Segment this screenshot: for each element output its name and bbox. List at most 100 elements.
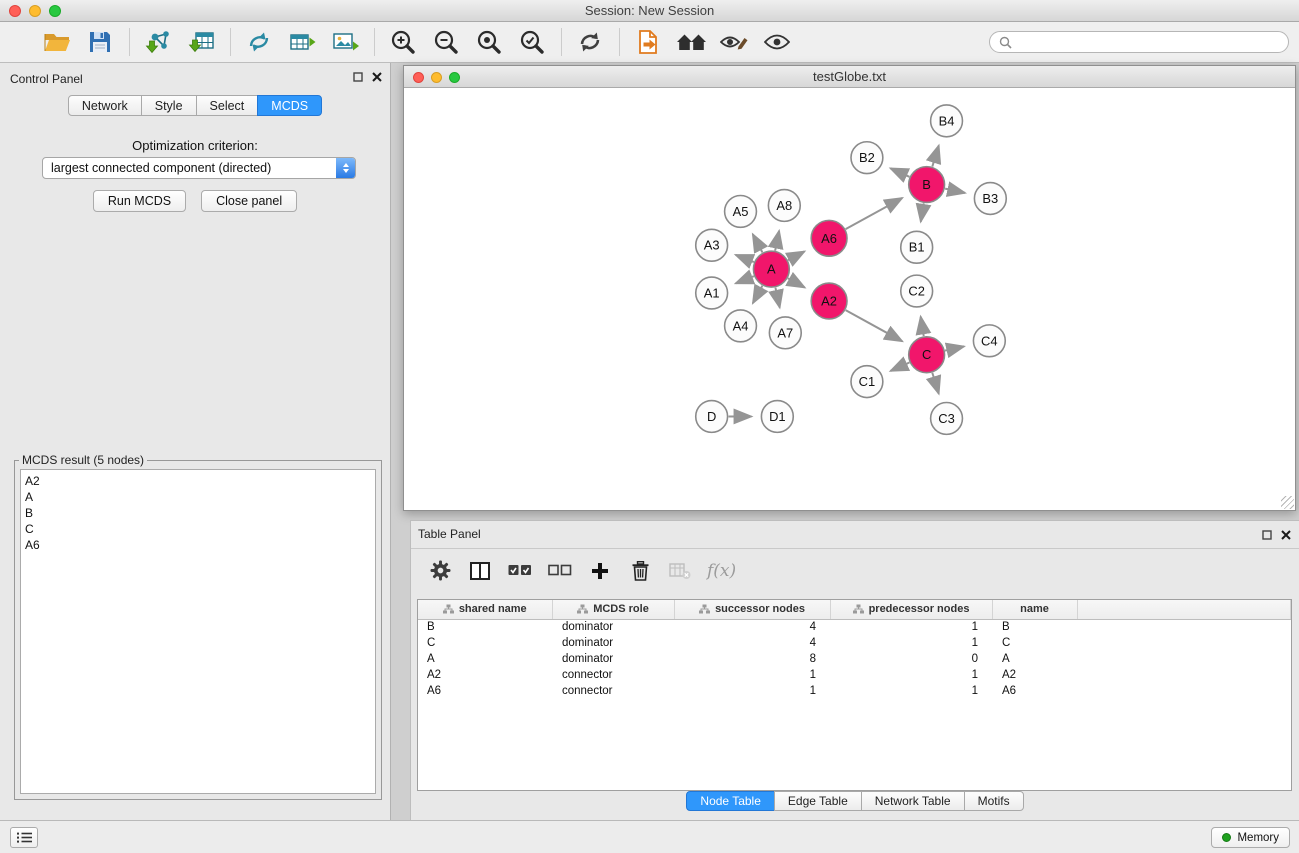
graph-node-D[interactable]: D xyxy=(696,401,728,433)
table-cell[interactable]: 1 xyxy=(830,683,992,699)
graph-edge-C-C1[interactable] xyxy=(891,363,910,371)
save-session-button[interactable] xyxy=(83,25,117,59)
toolbar-search[interactable] xyxy=(989,31,1289,53)
graph-edge-A-A1[interactable] xyxy=(736,276,754,283)
table-row[interactable]: A6connector11A6 xyxy=(418,683,1291,699)
table-cell-empty[interactable] xyxy=(1077,651,1291,667)
graph-edge-A2-C[interactable] xyxy=(846,310,903,341)
graph-node-A6[interactable]: A6 xyxy=(811,220,847,256)
close-panel-button[interactable] xyxy=(372,72,382,82)
table-row[interactable]: A2connector11A2 xyxy=(418,667,1291,683)
table-cell[interactable]: A xyxy=(992,651,1077,667)
graph-node-C4[interactable]: C4 xyxy=(973,325,1005,357)
graph-edge-C-C4[interactable] xyxy=(945,346,964,350)
export-table-button[interactable] xyxy=(285,25,319,59)
graph-edge-B-B1[interactable] xyxy=(921,203,924,221)
float-table-panel-button[interactable] xyxy=(1262,530,1272,540)
zoom-in-button[interactable] xyxy=(386,25,420,59)
graph-node-B1[interactable]: B1 xyxy=(901,231,933,263)
tab-mcds[interactable]: MCDS xyxy=(257,95,322,116)
graph-node-B[interactable]: B xyxy=(909,167,945,203)
network-graph[interactable]: AA1A2A3A4A5A6A7A8BB1B2B3B4CC1C2C3C4DD1 xyxy=(404,89,1295,510)
graph-edge-A6-B[interactable] xyxy=(846,198,903,229)
graph-node-A7[interactable]: A7 xyxy=(769,317,801,349)
open-file-button[interactable] xyxy=(40,25,74,59)
ndex-home-button[interactable] xyxy=(674,25,708,59)
graph-edge-C-C3[interactable] xyxy=(932,373,938,394)
table-cell-empty[interactable] xyxy=(1077,683,1291,699)
tab-motifs[interactable]: Motifs xyxy=(964,791,1024,811)
graphics-details-button[interactable] xyxy=(760,25,794,59)
table-settings-button[interactable] xyxy=(427,554,453,588)
deselect-all-button[interactable] xyxy=(547,554,573,588)
table-cell[interactable]: 1 xyxy=(674,667,830,683)
column-header-predecessor-nodes[interactable]: predecessor nodes xyxy=(830,600,992,619)
network-window-titlebar[interactable]: testGlobe.txt xyxy=(404,66,1295,88)
annotation-toggle-button[interactable] xyxy=(717,25,751,59)
table-row[interactable]: Adominator80A xyxy=(418,651,1291,667)
graph-node-B3[interactable]: B3 xyxy=(974,183,1006,215)
graph-edge-A-A5[interactable] xyxy=(753,234,763,252)
table-cell[interactable]: connector xyxy=(552,683,674,699)
graph-edge-A-A6[interactable] xyxy=(788,251,804,260)
zoom-window-button[interactable] xyxy=(49,5,61,17)
graph-edge-B-B4[interactable] xyxy=(932,146,938,167)
graph-node-D1[interactable]: D1 xyxy=(761,401,793,433)
graph-edge-A-A2[interactable] xyxy=(788,278,805,287)
graph-node-C1[interactable]: C1 xyxy=(851,366,883,398)
minimize-window-button[interactable] xyxy=(29,5,41,17)
graph-edge-A-A3[interactable] xyxy=(736,255,754,262)
table-cell[interactable]: A6 xyxy=(418,683,552,699)
export-image-button[interactable] xyxy=(328,25,362,59)
column-header-name[interactable]: name xyxy=(992,600,1077,619)
network-canvas[interactable]: AA1A2A3A4A5A6A7A8BB1B2B3B4CC1C2C3C4DD1 xyxy=(404,89,1295,510)
table-cell[interactable]: B xyxy=(992,619,1077,635)
zoom-out-button[interactable] xyxy=(429,25,463,59)
table-cell[interactable]: 1 xyxy=(674,683,830,699)
tab-edge-table[interactable]: Edge Table xyxy=(774,791,862,811)
new-column-button[interactable] xyxy=(587,554,613,588)
column-header-successor-nodes[interactable]: successor nodes xyxy=(674,600,830,619)
apply-layout-button[interactable] xyxy=(573,25,607,59)
mcds-result-item[interactable]: B xyxy=(25,505,371,521)
main-titlebar[interactable]: Session: New Session xyxy=(0,0,1299,22)
table-cell[interactable]: A xyxy=(418,651,552,667)
search-input[interactable] xyxy=(1017,35,1279,49)
ndex-import-button[interactable] xyxy=(631,25,665,59)
import-network-button[interactable] xyxy=(141,25,175,59)
graph-node-A3[interactable]: A3 xyxy=(696,229,728,261)
mcds-result-item[interactable]: A2 xyxy=(25,473,371,489)
graph-node-A4[interactable]: A4 xyxy=(725,310,757,342)
graph-edge-A-A4[interactable] xyxy=(753,286,762,303)
table-cell[interactable]: 1 xyxy=(830,619,992,635)
network-close-button[interactable] xyxy=(413,72,424,83)
tab-network[interactable]: Network xyxy=(68,95,142,116)
table-cell[interactable]: 8 xyxy=(674,651,830,667)
graph-edge-B-B2[interactable] xyxy=(891,168,910,176)
table-cell[interactable]: 4 xyxy=(674,619,830,635)
graph-node-B2[interactable]: B2 xyxy=(851,142,883,174)
network-zoom-button[interactable] xyxy=(449,72,460,83)
mcds-result-item[interactable]: C xyxy=(25,521,371,537)
criterion-dropdown[interactable]: largest connected component (directed) xyxy=(42,157,356,179)
table-cell[interactable]: C xyxy=(418,635,552,651)
function-builder-button[interactable]: f(x) xyxy=(707,554,736,588)
column-header-mcds-role[interactable]: MCDS role xyxy=(552,600,674,619)
export-network-button[interactable] xyxy=(242,25,276,59)
memory-button[interactable]: Memory xyxy=(1211,827,1290,848)
network-minimize-button[interactable] xyxy=(431,72,442,83)
node-table[interactable]: shared name MCDS role successor nodes pr… xyxy=(417,599,1292,791)
table-cell[interactable]: 1 xyxy=(830,667,992,683)
graph-node-A5[interactable]: A5 xyxy=(725,195,757,227)
table-cell[interactable]: C xyxy=(992,635,1077,651)
table-cell[interactable]: dominator xyxy=(552,651,674,667)
table-cell[interactable]: A2 xyxy=(992,667,1077,683)
zoom-fit-button[interactable] xyxy=(472,25,506,59)
graph-edge-B-B3[interactable] xyxy=(945,189,965,193)
mcds-result-item[interactable]: A xyxy=(25,489,371,505)
close-window-button[interactable] xyxy=(9,5,21,17)
close-table-panel-button[interactable] xyxy=(1281,530,1291,540)
table-cell[interactable]: A2 xyxy=(418,667,552,683)
table-cell-empty[interactable] xyxy=(1077,619,1291,635)
graph-edge-C-C2[interactable] xyxy=(921,317,924,336)
